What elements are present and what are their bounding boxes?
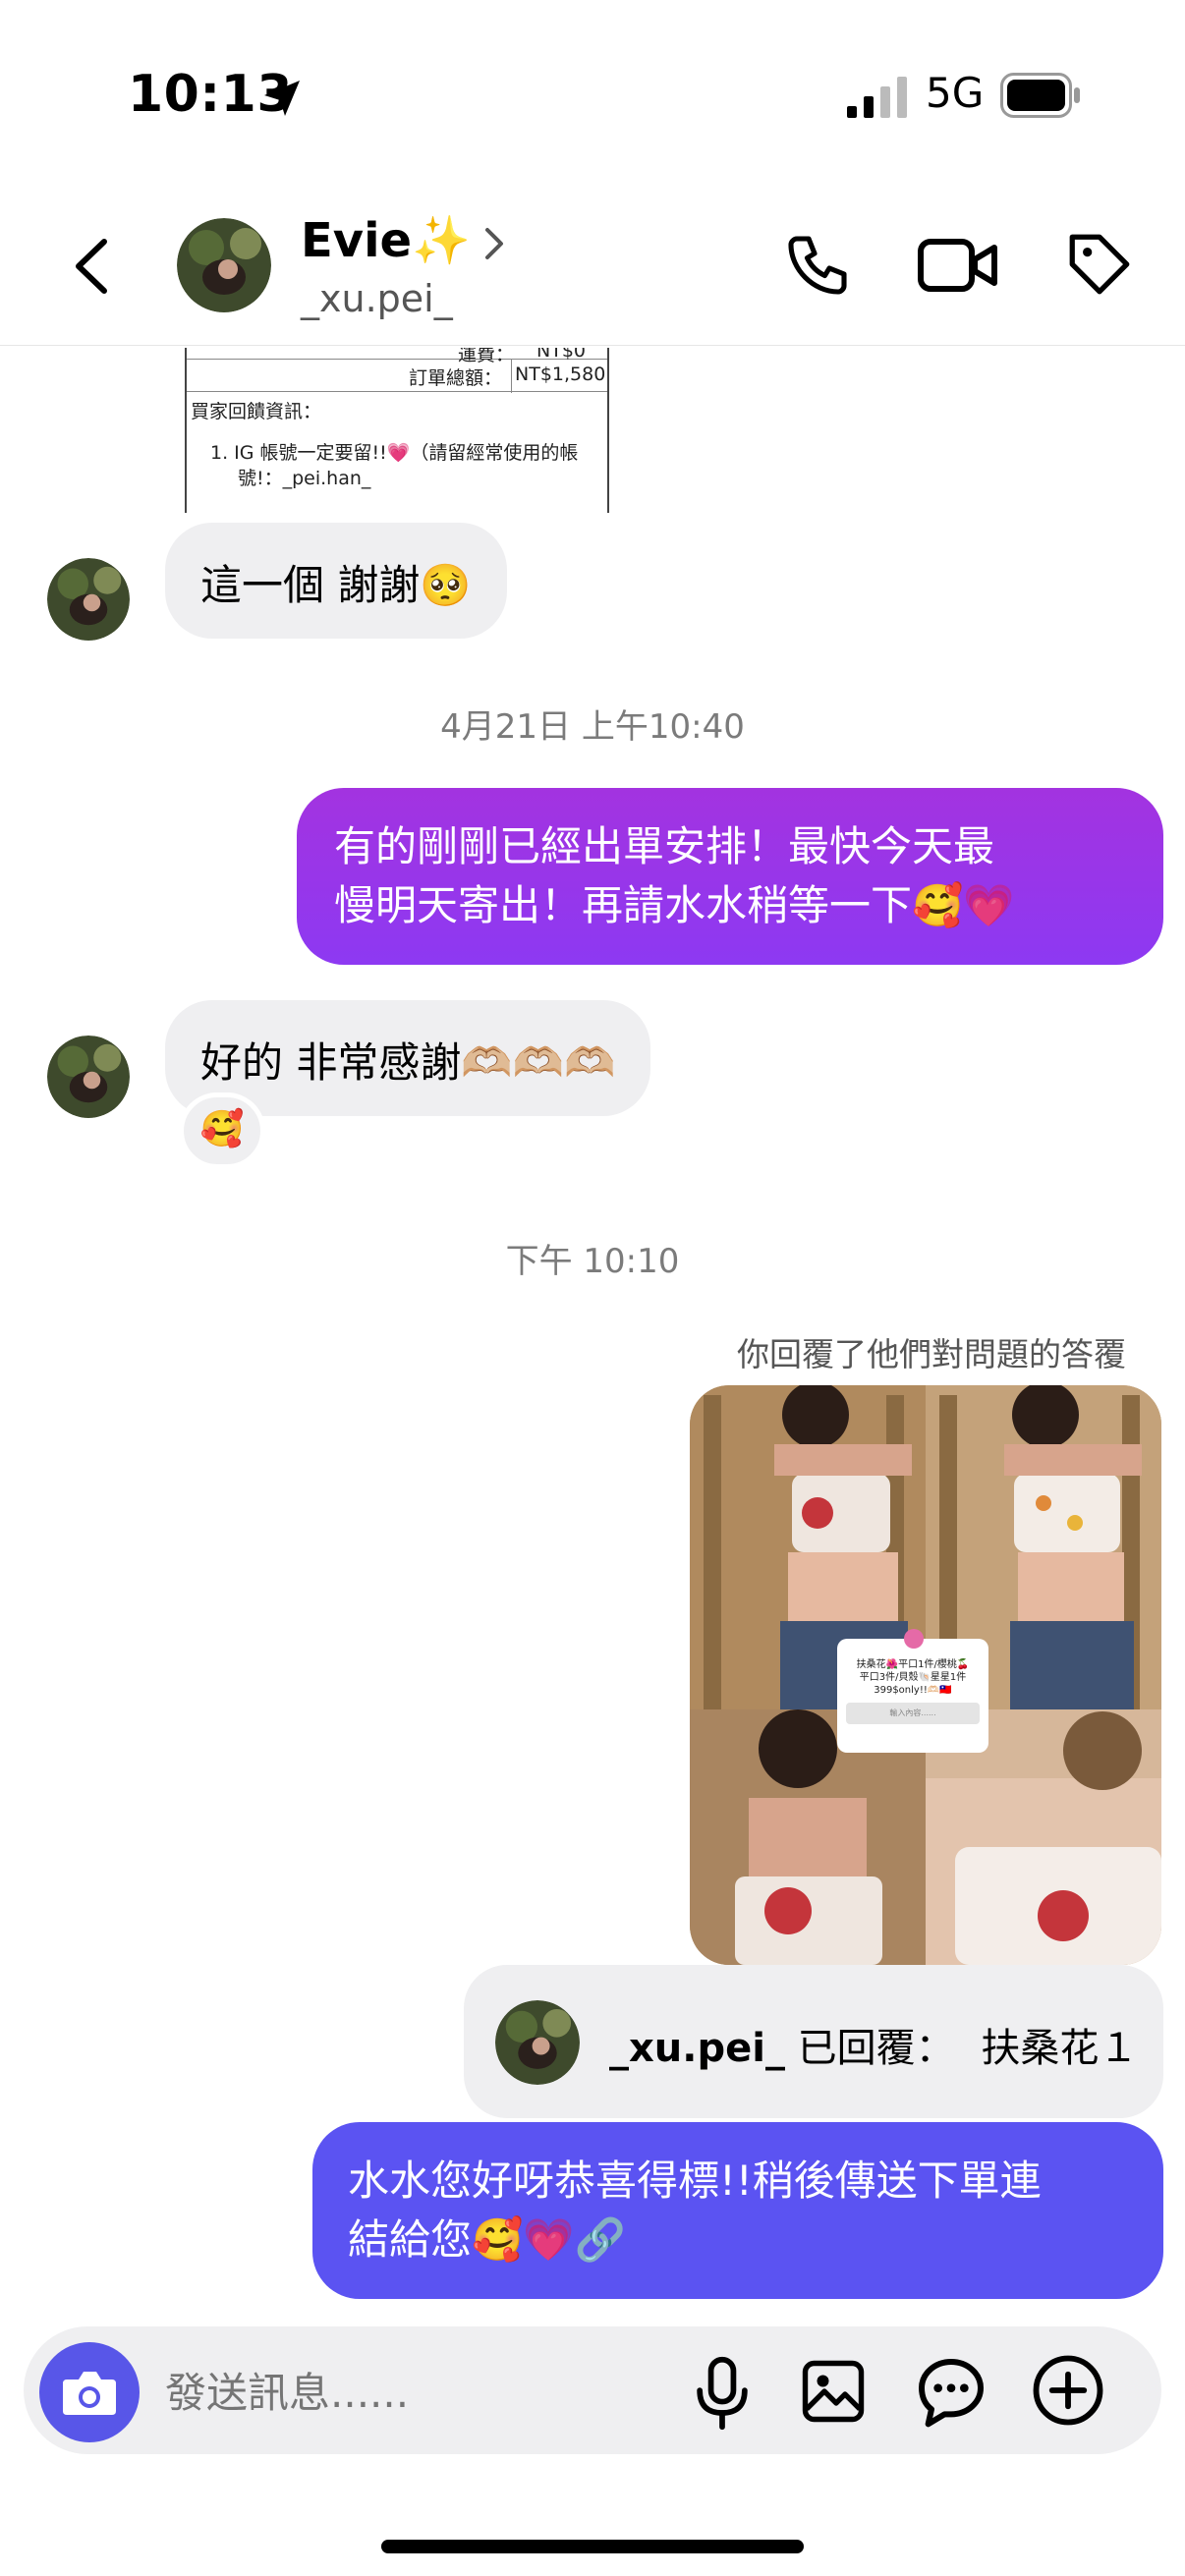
question-sticker: 扶桑花🌺平口1件/櫻桃🍒 平口3件/貝殼🐚星星1件 399$only!!🫶🏻🇹🇼… [837,1639,988,1753]
sender-avatar[interactable] [47,558,130,641]
reply-context-label: 你回覆了他們對問題的答覆 [737,1335,1126,1373]
receipt-buyer-note-line2: 號!：_pei.han_ [238,468,371,489]
sticker-text-line1: 扶桑花🌺平口1件/櫻桃🍒 [856,1659,970,1670]
sticker-heart-icon [904,1629,924,1649]
network-type: 5G [926,69,985,117]
location-arrow-icon [264,81,300,116]
sticker-text-line2: 平口3件/貝殼🐚星星1件 [859,1672,967,1683]
message-text-line1: 有的剛剛已經出單安排！最快今天最 [334,822,995,870]
camera-button[interactable] [39,2342,140,2442]
contact-avatar[interactable] [177,218,271,312]
receipt-shipping-value: NT$0 [536,348,586,362]
chevron-right-icon[interactable] [480,224,509,263]
phone-call-icon[interactable] [782,230,853,301]
timestamp: 下午 10:10 [505,1242,680,1281]
receipt-buyer-note-line1: 1. IG 帳號一定要留!!💗（請留經常使用的帳 [210,442,579,464]
message-text: 這一個 謝謝🥺 [200,561,472,609]
story-reply-image[interactable]: 扶桑花🌺平口1件/櫻桃🍒 平口3件/貝殼🐚星星1件 399$only!!🫶🏻🇹🇼… [690,1385,1161,1965]
cellular-signal-icon [847,77,907,118]
camera-icon [63,2372,116,2415]
home-indicator [381,2540,804,2553]
contact-name[interactable]: Evie✨ [301,212,471,268]
outgoing-message-bubble[interactable]: 水水您好呀恭喜得標!!稍後傳送下單連 結給您🥰💗🔗 [312,2122,1163,2299]
quoted-verb: 已回覆： [797,2026,955,2071]
order-receipt-image[interactable]: 運費： NT$0 訂單總額： NT$1,580 買家回饋資訊： 1. IG 帳號… [185,348,609,513]
microphone-icon[interactable] [688,2354,757,2433]
quoted-handle: _xu.pei_ [609,2026,785,2071]
incoming-message-bubble[interactable]: 這一個 謝謝🥺 [165,523,507,639]
message-text-line2: 慢明天寄出！再請水水稍等一下🥰💗 [334,881,1015,929]
receipt-total-value: NT$1,580 [515,364,606,385]
video-call-icon[interactable] [918,234,998,297]
contact-handle[interactable]: _xu.pei_ [301,277,453,320]
tag-icon[interactable] [1063,228,1136,301]
message-input[interactable] [165,2358,676,2427]
quoted-answer: 扶桑花１ [981,2026,1139,2071]
timestamp: 4月21日 上午10:40 [440,707,745,747]
back-chevron-icon[interactable] [61,232,130,301]
add-icon[interactable] [1030,2352,1106,2429]
message-text-line2: 結給您🥰💗🔗 [348,2215,626,2264]
receipt-total-label: 訂單總額： [409,367,503,389]
receipt-buyer-info-title: 買家回饋資訊： [191,401,322,422]
sender-avatar[interactable] [47,1036,130,1118]
quoted-reply-text: _xu.pei_ 已回覆： 扶桑花１ [609,2016,1138,2073]
quoted-avatar [495,2000,580,2085]
outgoing-message-bubble[interactable]: 有的剛剛已經出單安排！最快今天最 慢明天寄出！再請水水稍等一下🥰💗 [297,788,1163,965]
sticker-text-line3: 399$only!!🫶🏻🇹🇼 [874,1685,952,1696]
message-text: 好的 非常感謝🫶🏼🫶🏼🫶🏼 [200,1038,616,1087]
message-reaction[interactable]: 🥰 [179,1092,265,1169]
gallery-icon[interactable] [798,2356,869,2427]
message-text-line1: 水水您好呀恭喜得標!!稍後傳送下單連 [348,2156,1042,2205]
battery-icon [1000,73,1080,118]
sticker-input: 輸入內容...... [846,1703,980,1724]
sticker-chat-icon[interactable] [912,2352,990,2431]
